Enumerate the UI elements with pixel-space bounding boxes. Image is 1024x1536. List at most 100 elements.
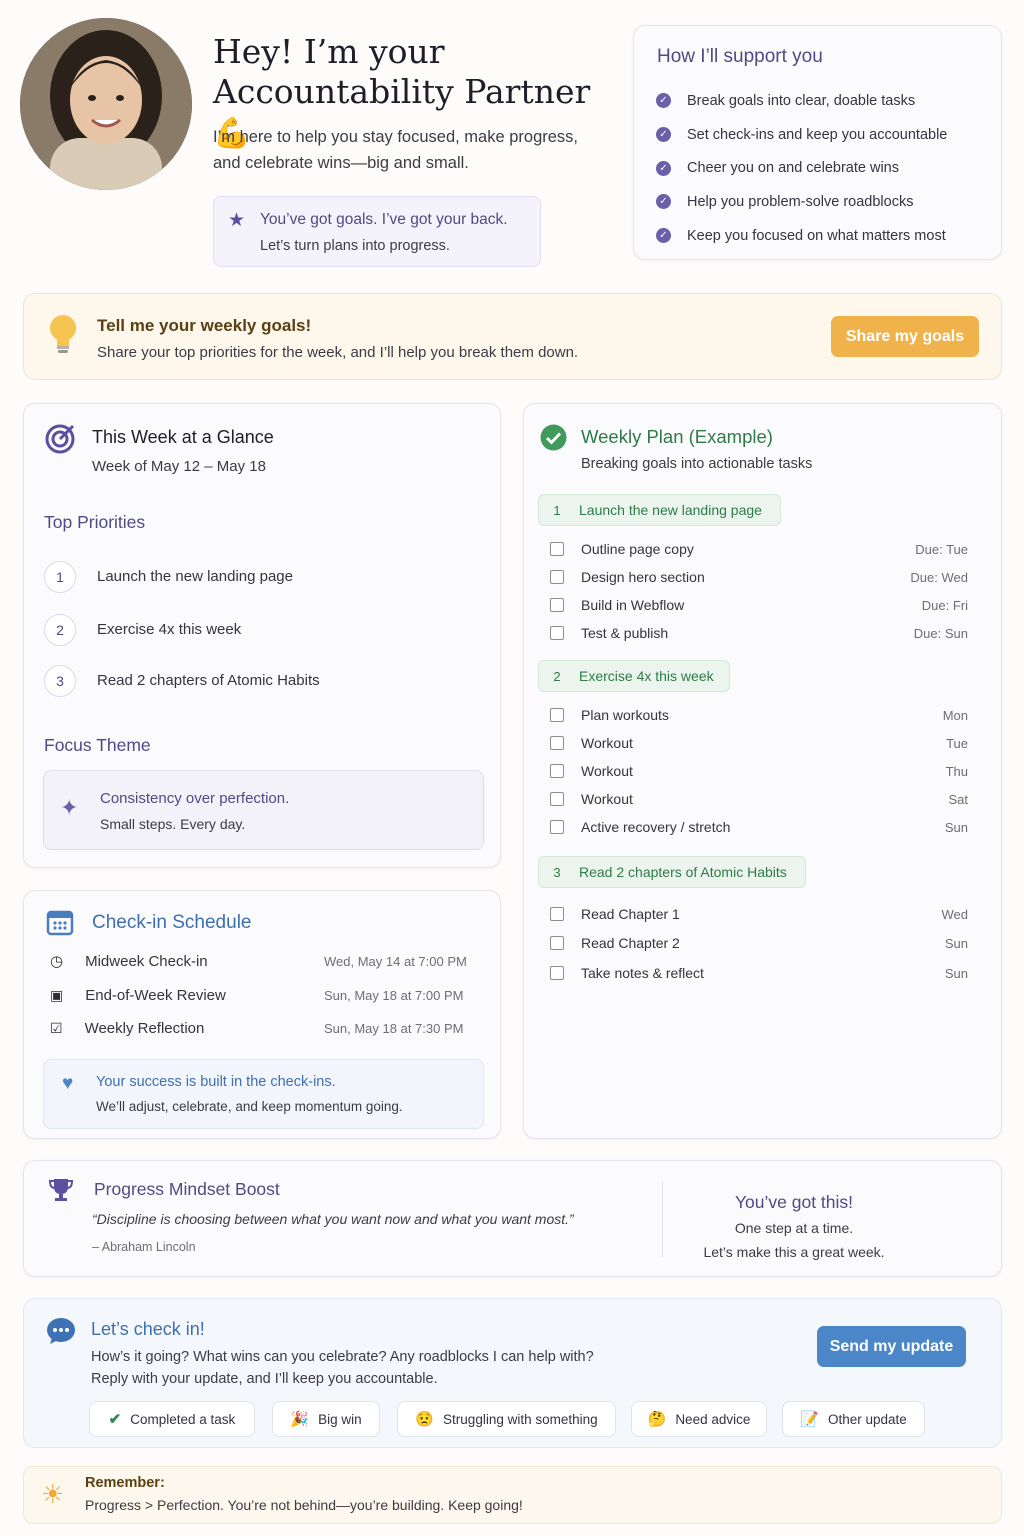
task-row[interactable]: Read Chapter 2 Sun	[550, 934, 970, 952]
task-checkbox[interactable]	[550, 542, 564, 556]
task-row[interactable]: Read Chapter 1 Wed	[550, 905, 970, 923]
focus-sub: Small steps. Every day.	[100, 816, 246, 832]
task-checkbox[interactable]	[550, 736, 564, 750]
goals-banner-title: Tell me your weekly goals!	[97, 316, 312, 335]
focus-box: ✦ Consistency over perfection. Small ste…	[43, 770, 484, 850]
chip-label: Big win	[318, 1411, 362, 1427]
trophy-icon	[48, 1179, 74, 1201]
priority-number: 3	[44, 665, 76, 697]
goal-name: Launch the new landing page	[579, 502, 762, 518]
task-row[interactable]: Take notes & reflect Sun	[550, 964, 970, 982]
goal-name: Read 2 chapters of Atomic Habits	[579, 864, 787, 880]
task-label: Outline page copy	[581, 541, 694, 557]
goal-pill: 1 Launch the new landing page	[538, 494, 781, 526]
task-checkbox[interactable]	[550, 764, 564, 778]
chip-completed-task[interactable]: ✔ Completed a task	[89, 1401, 255, 1437]
task-label: Workout	[581, 735, 633, 751]
mindset-right-title: You’ve got this!	[734, 1192, 854, 1212]
check-circle-icon	[540, 424, 567, 451]
task-due: Sun	[944, 819, 968, 835]
task-checkbox[interactable]	[550, 936, 564, 950]
task-checkbox[interactable]	[550, 792, 564, 806]
mindset-author: – Abraham Lincoln	[92, 1240, 196, 1254]
task-row[interactable]: Test & publish Due: Sun	[550, 624, 970, 642]
task-due: Thu	[945, 763, 968, 779]
title-line-2: Accountability Partner	[213, 72, 591, 111]
task-row[interactable]: Workout Sat	[550, 790, 970, 808]
schedule-label: Midweek Check-in	[85, 952, 208, 970]
task-row[interactable]: Active recovery / stretch Sun	[550, 818, 970, 836]
chip-need-advice[interactable]: 🤔 Need advice	[631, 1401, 767, 1437]
support-item-label: Set check-ins and keep you accountable	[687, 126, 948, 143]
task-checkbox[interactable]	[550, 598, 564, 612]
heart-icon: ♥	[62, 1073, 74, 1094]
priorities-heading: Top Priorities	[44, 512, 146, 532]
checkin-line1: How’s it going? What wins can you celebr…	[91, 1349, 594, 1365]
task-label: Test & publish	[581, 625, 669, 641]
schedule-title: Check-in Schedule	[92, 912, 252, 933]
task-due: Sat	[948, 791, 968, 807]
task-row[interactable]: Outline page copy Due: Tue	[550, 540, 970, 558]
priority-text: Exercise 4x this week	[97, 621, 242, 638]
task-checkbox[interactable]	[550, 907, 564, 921]
goals-banner-text: Share your top priorities for the week, …	[97, 344, 579, 361]
chat-bubble-icon	[47, 1318, 75, 1344]
task-label: Read Chapter 2	[581, 935, 680, 951]
calendar-check-icon: ▣	[50, 986, 64, 1003]
schedule-row: ☑ Weekly Reflection Sun, May 18 at 7:30 …	[50, 1018, 470, 1038]
plan-title: Weekly Plan (Example)	[581, 426, 773, 447]
list-item: ✓ Set check-ins and keep you accountable	[656, 118, 947, 152]
task-row[interactable]: Design hero section Due: Wed	[550, 568, 970, 586]
task-label: Read Chapter 1	[581, 906, 680, 922]
worried-face-icon: 😟	[415, 1411, 435, 1428]
check-circle-icon: ✓	[656, 160, 671, 176]
task-due: Due: Sun	[913, 625, 968, 641]
share-goals-button[interactable]: Share my goals	[831, 316, 979, 357]
chip-label: Need advice	[675, 1411, 751, 1427]
task-row[interactable]: Plan workouts Mon	[550, 706, 970, 724]
chip-struggling[interactable]: 😟 Struggling with something	[397, 1401, 616, 1437]
priority-number: 2	[44, 614, 76, 646]
task-checkbox[interactable]	[550, 708, 564, 722]
task-checkbox[interactable]	[550, 570, 564, 584]
goal-pill: 2 Exercise 4x this week	[538, 660, 730, 692]
goal-pill: 3 Read 2 chapters of Atomic Habits	[538, 856, 806, 888]
remember-banner: ☀ Remember: Progress > Perfection. You’r…	[23, 1466, 1002, 1524]
schedule-row: ◷ Midweek Check-in Wed, May 14 at 7:00 P…	[50, 951, 470, 971]
quote-title: You’ve got goals. I’ve got your back.	[260, 211, 508, 228]
task-checkbox[interactable]	[550, 626, 564, 640]
mindset-card: Progress Mindset Boost “Discipline is ch…	[23, 1160, 1002, 1277]
list-item: ✓ Help you problem-solve roadblocks	[656, 185, 947, 219]
task-due: Due: Wed	[910, 569, 968, 585]
task-checkbox[interactable]	[550, 966, 564, 980]
task-due: Sun	[944, 935, 968, 951]
calendar-icon	[46, 910, 74, 936]
task-row[interactable]: Build in Webflow Due: Fri	[550, 596, 970, 614]
focus-heading: Focus Theme	[44, 735, 151, 755]
hero-subtitle: I’m here to help you stay focused, make …	[213, 128, 579, 172]
schedule-time: Sun, May 18 at 7:30 PM	[324, 1020, 464, 1036]
avatar	[20, 18, 192, 190]
send-update-button[interactable]: Send my update	[817, 1326, 966, 1367]
check-circle-icon: ✓	[656, 228, 671, 244]
mindset-title: Progress Mindset Boost	[94, 1179, 280, 1199]
thinking-face-icon: 🤔	[647, 1411, 667, 1428]
task-checkbox[interactable]	[550, 820, 564, 834]
target-icon	[45, 424, 75, 454]
mindset-right-line1: One step at a time.	[734, 1220, 854, 1236]
lightbulb-icon	[50, 315, 76, 353]
schedule-label: End-of-Week Review	[85, 986, 226, 1004]
chip-label: Completed a task	[130, 1411, 236, 1427]
task-label: Design hero section	[581, 569, 705, 585]
chip-big-win[interactable]: 🎉 Big win	[272, 1401, 380, 1437]
star-icon: ★	[228, 210, 246, 231]
task-row[interactable]: Workout Thu	[550, 762, 970, 780]
list-item: ✓ Keep you focused on what matters most	[656, 219, 947, 253]
title-line-1: Hey! I’m your	[213, 32, 445, 71]
list-item: ✓ Cheer you on and celebrate wins	[656, 151, 947, 185]
chip-label: Other update	[827, 1411, 907, 1427]
check-circle-icon: ✓	[656, 194, 671, 210]
task-row[interactable]: Workout Tue	[550, 734, 970, 752]
support-item-label: Break goals into clear, doable tasks	[687, 92, 916, 109]
chip-other-update[interactable]: 📝 Other update	[782, 1401, 925, 1437]
